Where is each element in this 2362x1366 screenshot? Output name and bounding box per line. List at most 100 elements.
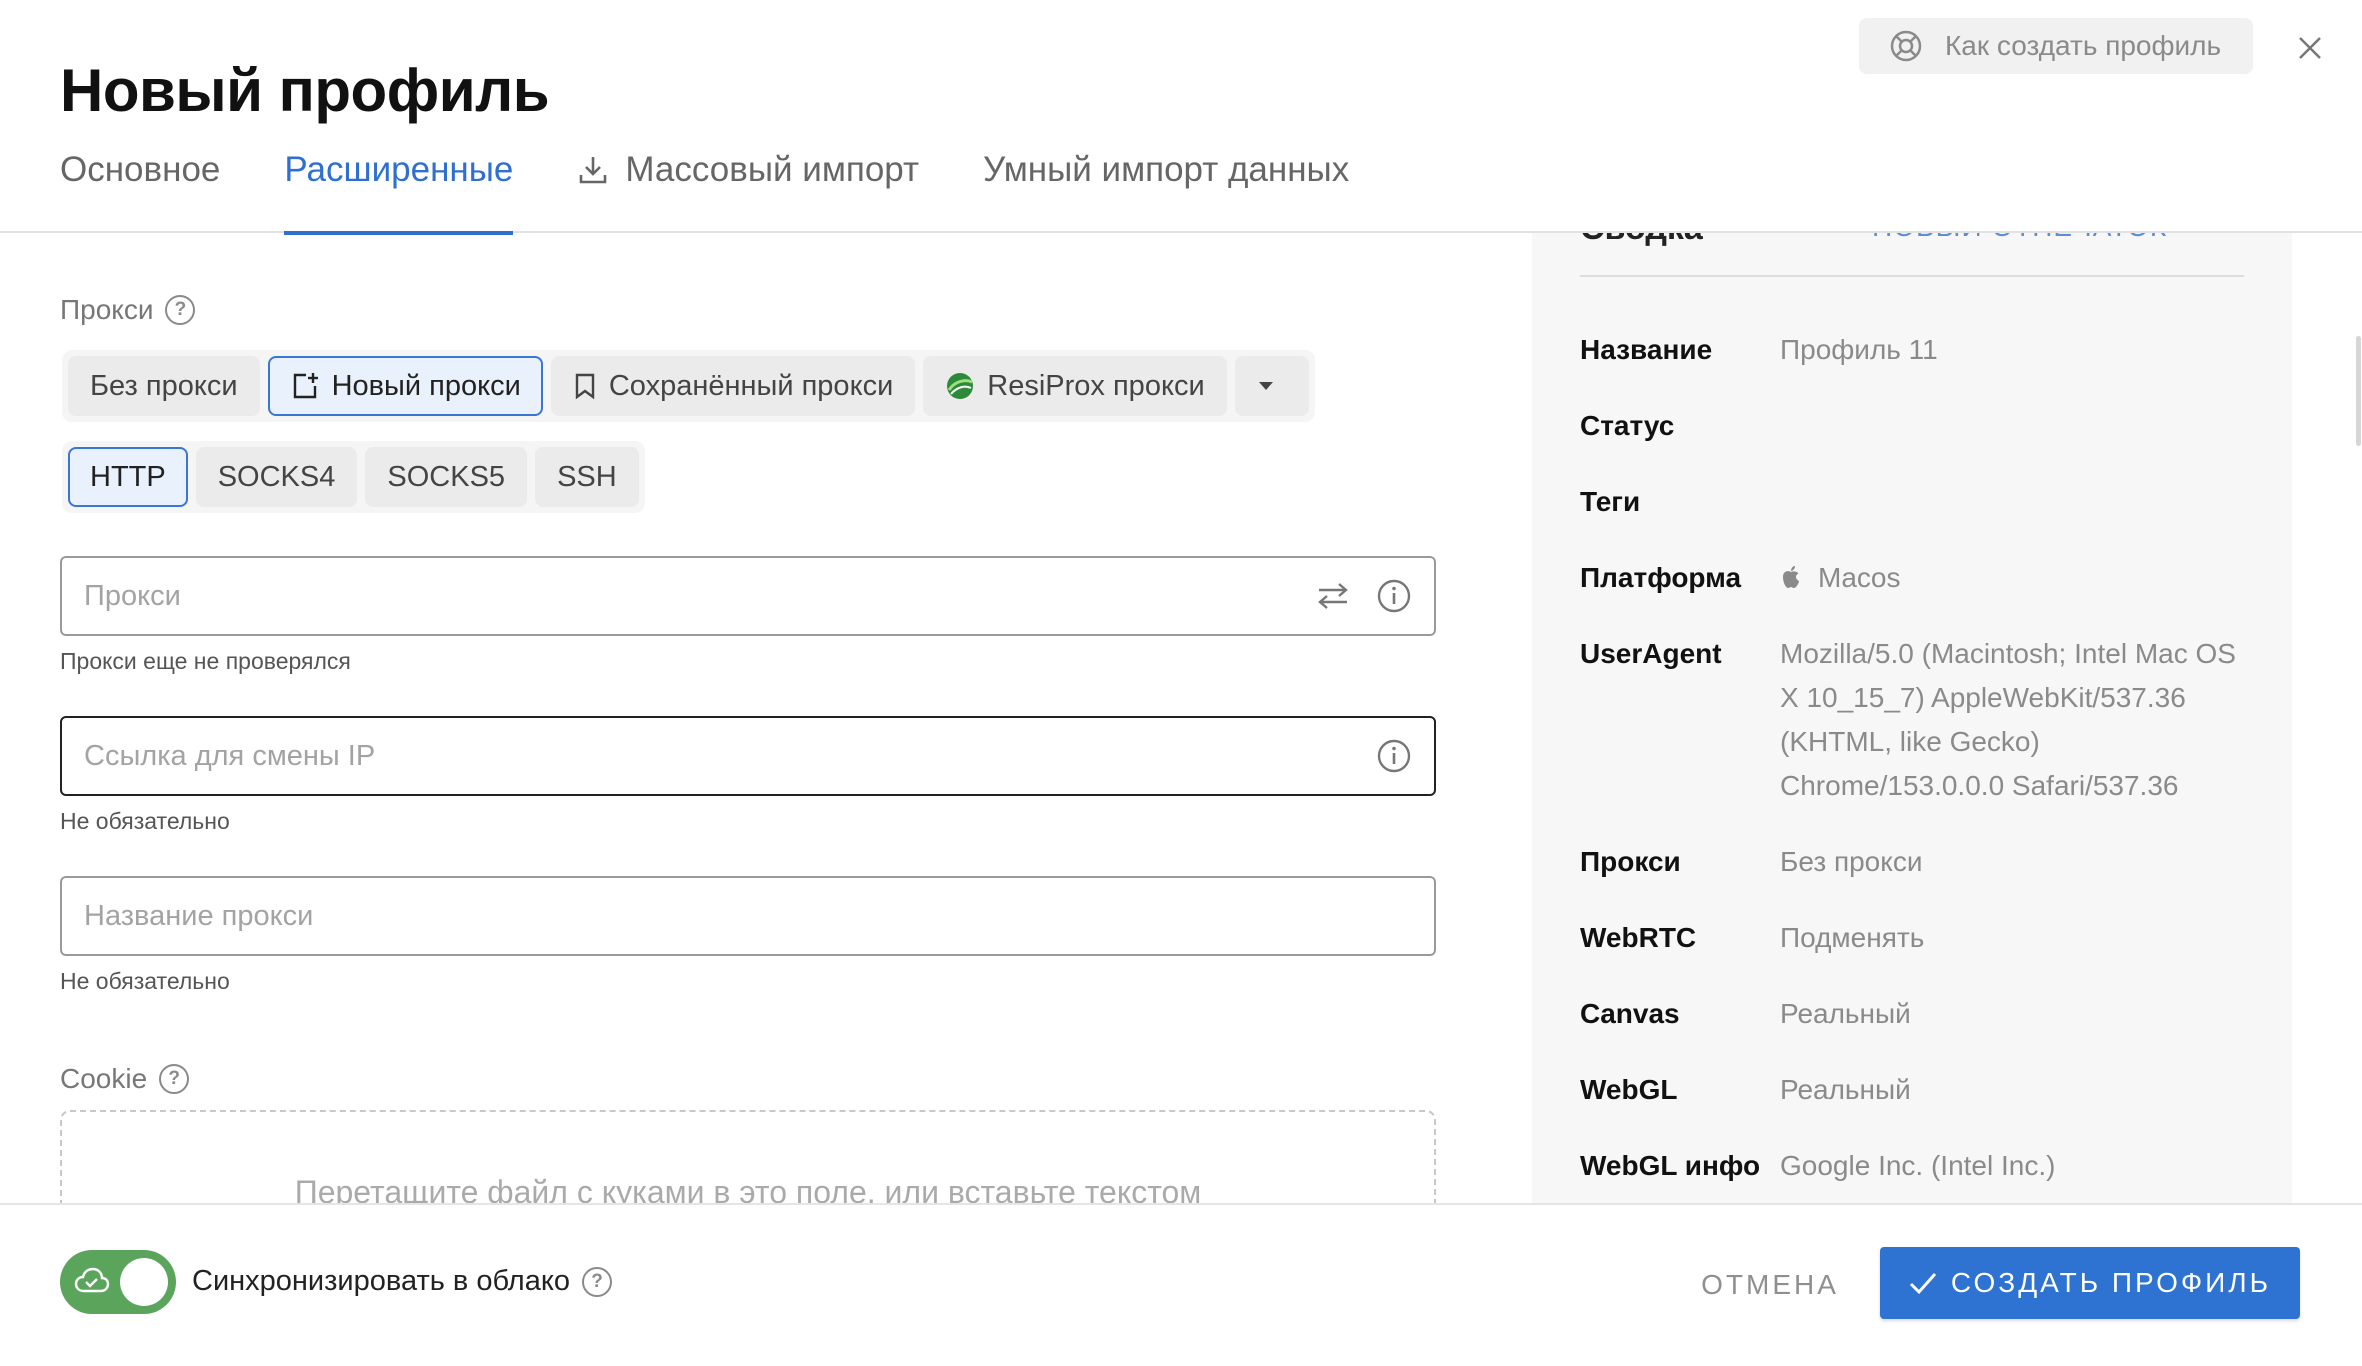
proxy-input-hint: Прокси еще не проверялся xyxy=(60,648,351,674)
help-circle-icon[interactable]: ? xyxy=(582,1266,612,1297)
apple-icon xyxy=(1783,566,1799,588)
proxy-type-http[interactable]: HTTP xyxy=(68,447,188,507)
help-circle-icon[interactable]: ? xyxy=(159,1064,190,1094)
summary-key: Название xyxy=(1580,334,1713,365)
proxy-type-label: SOCKS4 xyxy=(217,460,336,493)
cookie-section-title: Cookie xyxy=(60,1063,148,1094)
help-circle-icon[interactable]: ? xyxy=(165,295,196,325)
summary-key: Статус xyxy=(1580,410,1675,441)
proxy-mode-label: Новый прокси xyxy=(331,369,521,402)
bookmark-icon xyxy=(575,373,595,400)
proxy-mode-resiprox[interactable]: ResiProx прокси xyxy=(923,356,1227,416)
cookie-section-label: Cookie ? xyxy=(60,1063,190,1095)
proxy-section-title: Прокси xyxy=(60,294,154,325)
summary-key: Прокси xyxy=(1580,846,1681,877)
close-icon xyxy=(2299,37,2321,59)
help-button-label: Как создать профиль xyxy=(1945,30,2222,61)
create-profile-button[interactable]: СОЗДАТЬ ПРОФИЛЬ xyxy=(1880,1247,2300,1319)
tab-bulk-import[interactable]: Массовый импорт xyxy=(577,150,919,233)
summary-header: Сводка НОВЫЙ ОТПЕЧАТОК xyxy=(1580,233,2244,277)
tab-advanced[interactable]: Расширенные xyxy=(284,150,514,235)
lifebuoy-icon xyxy=(1890,30,1922,62)
summary-value: Без прокси xyxy=(1780,846,1923,877)
proxy-name-hint: Не обязательно xyxy=(60,968,230,994)
ip-change-link-input[interactable]: Ссылка для смены IP xyxy=(60,716,1436,796)
summary-row-useragent: UserAgent Mozilla/5.0 (Macintosh; Intel … xyxy=(1580,632,2250,808)
summary-row-proxy: Прокси Без прокси xyxy=(1580,840,2250,884)
summary-row-webgl-info: WebGL инфо Google Inc. (Intel Inc.) xyxy=(1580,1144,2250,1188)
cloud-sync-toggle[interactable] xyxy=(60,1250,176,1314)
tab-label: Основное xyxy=(60,150,221,189)
swap-icon[interactable] xyxy=(1316,581,1350,611)
summary-value: Macos xyxy=(1818,562,1901,593)
summary-value: Mozilla/5.0 (Macintosh; Intel Mac OS X 1… xyxy=(1780,638,2236,801)
proxy-type-label: HTTP xyxy=(90,460,166,493)
proxy-mode-label: ResiProx прокси xyxy=(987,369,1205,402)
profile-summary-panel: Сводка НОВЫЙ ОТПЕЧАТОК Название Профиль … xyxy=(1532,233,2292,1203)
info-icon[interactable] xyxy=(1376,738,1412,774)
summary-key: Canvas xyxy=(1580,998,1680,1029)
proxy-mode-dropdown[interactable] xyxy=(1234,356,1309,416)
info-icon[interactable] xyxy=(1376,578,1412,614)
tab-smart-import[interactable]: Умный импорт данных xyxy=(983,150,1349,233)
cloud-sync-label: Синхронизировать в облако ? xyxy=(192,1265,612,1298)
tab-bar: Основное Расширенные Массовый импорт Умн… xyxy=(60,150,1413,235)
proxy-mode-new[interactable]: Новый прокси xyxy=(267,356,543,416)
add-note-icon xyxy=(293,373,318,399)
cancel-button[interactable]: ОТМЕНА xyxy=(1680,1263,1860,1307)
summary-key: WebGL xyxy=(1580,1074,1678,1105)
summary-row-webrtc: WebRTC Подменять xyxy=(1580,916,2250,960)
caret-down-icon xyxy=(1258,382,1273,390)
check-icon xyxy=(1909,1273,1937,1295)
scrollbar-thumb[interactable] xyxy=(2356,336,2361,446)
tab-label: Расширенные xyxy=(284,150,514,189)
summary-key: WebRTC xyxy=(1580,922,1697,953)
summary-value: Подменять xyxy=(1780,922,1925,953)
proxy-name-placeholder: Название прокси xyxy=(84,899,314,932)
resiprox-logo-icon xyxy=(947,373,974,399)
summary-row-name: Название Профиль 11 xyxy=(1580,328,2250,372)
summary-key: Платформа xyxy=(1580,562,1742,593)
cloud-sync-text: Синхронизировать в облако xyxy=(192,1265,570,1297)
proxy-mode-switch: Без прокси Новый прокси Сохранённый прок… xyxy=(62,350,1315,422)
summary-row-platform: Платформа Macos xyxy=(1580,556,2250,600)
new-fingerprint-link[interactable]: НОВЫЙ ОТПЕЧАТОК xyxy=(1872,233,2167,243)
proxy-name-input[interactable]: Название прокси xyxy=(60,876,1436,956)
ip-change-link-placeholder: Ссылка для смены IP xyxy=(84,739,376,772)
proxy-type-label: SOCKS5 xyxy=(387,460,506,493)
proxy-input[interactable]: Прокси xyxy=(60,556,1436,636)
close-button[interactable] xyxy=(2290,28,2330,68)
summary-key: UserAgent xyxy=(1580,638,1722,669)
proxy-mode-label: Без прокси xyxy=(90,369,238,402)
page-title: Новый профиль xyxy=(60,57,550,124)
proxy-type-ssh[interactable]: SSH xyxy=(535,447,639,507)
tab-basic[interactable]: Основное xyxy=(60,150,220,233)
header: Новый профиль Как создать профиль Основн… xyxy=(0,0,2362,235)
proxy-type-socks4[interactable]: SOCKS4 xyxy=(195,447,358,507)
cloud-check-icon xyxy=(74,1267,110,1293)
summary-value: Реальный xyxy=(1780,1074,1911,1105)
summary-key: WebGL инфо xyxy=(1580,1150,1761,1181)
help-button[interactable]: Как создать профиль xyxy=(1859,18,2253,74)
ip-change-link-hint: Не обязательно xyxy=(60,808,230,834)
create-profile-label: СОЗДАТЬ ПРОФИЛЬ xyxy=(1950,1267,2272,1298)
tab-label: Умный импорт данных xyxy=(983,150,1350,189)
proxy-mode-none[interactable]: Без прокси xyxy=(68,356,260,416)
summary-value: Профиль 11 xyxy=(1780,334,1938,365)
summary-key: Теги xyxy=(1580,486,1641,517)
summary-row-status: Статус xyxy=(1580,404,2250,448)
proxy-input-placeholder: Прокси xyxy=(84,579,181,612)
summary-value: Google Inc. (Intel Inc.) xyxy=(1780,1150,2056,1181)
summary-title: Сводка xyxy=(1580,233,1703,248)
summary-row-canvas: Canvas Реальный xyxy=(1580,992,2250,1036)
summary-value: Реальный xyxy=(1780,998,1911,1029)
proxy-type-socks5[interactable]: SOCKS5 xyxy=(365,447,528,507)
summary-row-tags: Теги xyxy=(1580,480,2250,524)
summary-value-platform: Macos xyxy=(1780,556,1900,600)
proxy-mode-label: Сохранённый прокси xyxy=(608,369,894,402)
proxy-mode-saved[interactable]: Сохранённый прокси xyxy=(550,356,916,416)
proxy-section-label: Прокси ? xyxy=(60,294,196,326)
toggle-knob xyxy=(120,1258,168,1306)
download-icon xyxy=(580,157,607,184)
proxy-type-switch: HTTP SOCKS4 SOCKS5 SSH xyxy=(62,441,645,513)
